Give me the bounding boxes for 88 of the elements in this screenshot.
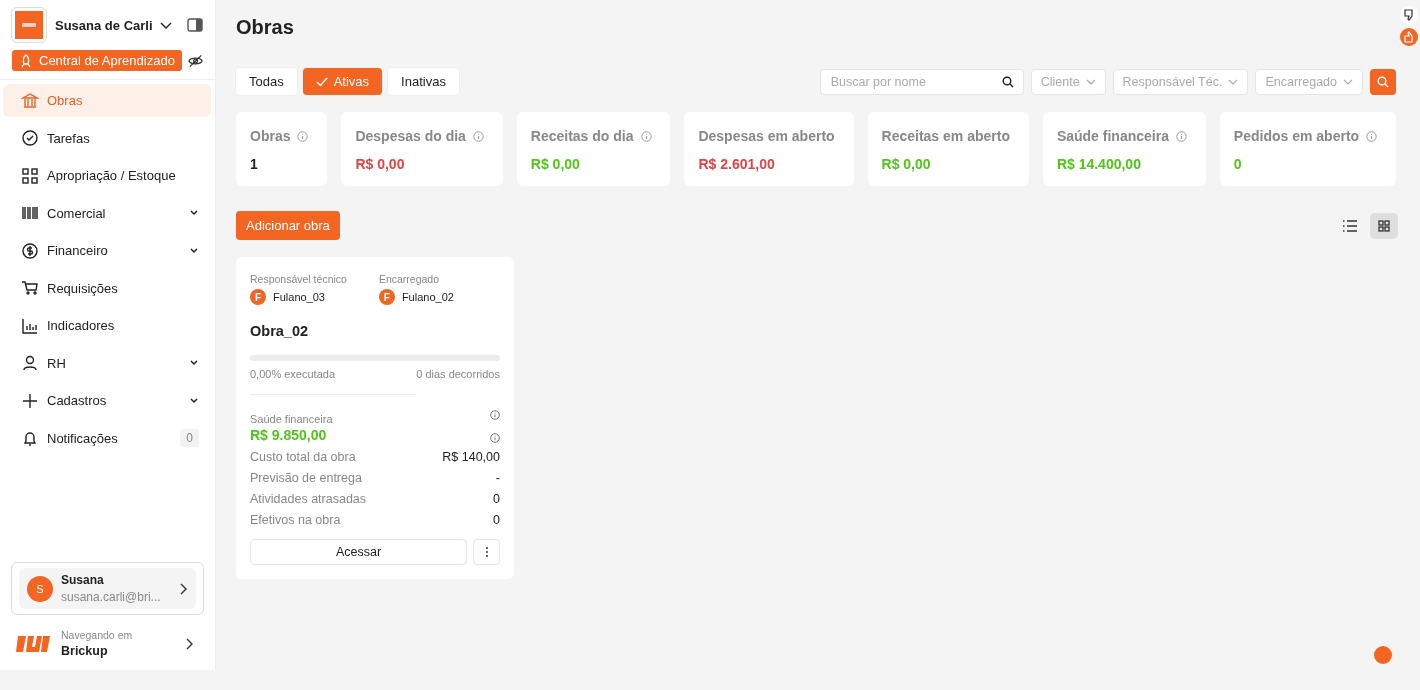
detail-value: 0 bbox=[493, 513, 500, 527]
sidebar-item[interactable]: Notificações 0 bbox=[3, 421, 211, 455]
search-field[interactable]: Buscar por nome bbox=[819, 68, 1024, 95]
search-button[interactable] bbox=[1370, 68, 1396, 95]
user-avatar: S bbox=[27, 575, 53, 602]
sidebar-item[interactable]: Apropriação / Estoque bbox=[3, 159, 211, 192]
user-name: Susana bbox=[61, 573, 105, 587]
cart-icon bbox=[21, 279, 39, 297]
sidebar-toggle-icon[interactable] bbox=[187, 18, 203, 32]
progress-text: 0,00% executada bbox=[250, 368, 335, 380]
info-icon bbox=[490, 410, 500, 420]
project-name: Obra_02 bbox=[250, 323, 310, 339]
plus-icon bbox=[21, 391, 39, 410]
thumbs-down-icon bbox=[1403, 9, 1415, 21]
page-title: Obras bbox=[236, 16, 295, 40]
stat-value: R$ 0,00 bbox=[355, 156, 406, 172]
sidebar-item[interactable]: Financeiro bbox=[3, 234, 211, 267]
rocket-icon bbox=[19, 53, 33, 68]
workspace-caption: Navegando em bbox=[61, 629, 134, 641]
check-icon bbox=[315, 76, 328, 87]
barcode-icon bbox=[21, 204, 39, 222]
detail-label: Custo total da obra bbox=[250, 450, 356, 464]
person-avatar: F bbox=[378, 289, 395, 305]
grid-icon bbox=[21, 166, 39, 185]
sidebar-item[interactable]: Indicadores bbox=[3, 309, 211, 342]
stat-label: Receitas em aberto bbox=[881, 128, 1010, 144]
sidebar-item[interactable]: RH bbox=[3, 346, 211, 380]
stat-label: Pedidos em aberto bbox=[1233, 128, 1360, 144]
search-icon bbox=[1001, 75, 1014, 88]
search-icon bbox=[1377, 75, 1389, 88]
chat-button[interactable] bbox=[1374, 646, 1392, 664]
role-label: Responsável técnico bbox=[250, 273, 347, 285]
stat-label: Despesas em aberto bbox=[698, 128, 835, 144]
notification-count: 0 bbox=[180, 429, 199, 447]
sidebar-item[interactable]: Comercial bbox=[3, 196, 211, 230]
stat-label: Obras bbox=[250, 128, 291, 144]
user-card[interactable]: S Susana susana.carli@bri... bbox=[11, 562, 204, 615]
filter-tab[interactable]: Inativas bbox=[388, 68, 459, 95]
detail-label: Efetivos na obra bbox=[250, 513, 341, 527]
bell-icon bbox=[21, 429, 39, 447]
person-icon bbox=[21, 354, 39, 372]
detail-value: 0 bbox=[493, 492, 500, 506]
info-icon bbox=[490, 433, 500, 443]
dislike-button[interactable] bbox=[1400, 6, 1418, 24]
health-value: R$ 9.850,00 bbox=[250, 427, 327, 443]
stat-label: Saúde financeira bbox=[1056, 128, 1169, 144]
stat-value: R$ 14.400,00 bbox=[1056, 156, 1142, 172]
detail-value: R$ 140,00 bbox=[442, 450, 500, 464]
hide-icon[interactable] bbox=[187, 53, 203, 68]
dollar-icon bbox=[21, 241, 39, 260]
stat-label: Despesas do dia bbox=[355, 128, 466, 144]
health-label: Saúde financeira bbox=[250, 413, 333, 425]
chevron-right-icon bbox=[184, 636, 194, 651]
company-logo[interactable] bbox=[11, 7, 47, 43]
brand-logo-icon bbox=[15, 633, 51, 654]
stat-value: R$ 0,00 bbox=[881, 156, 932, 172]
bank-icon bbox=[21, 91, 39, 110]
detail-label: Previsão de entrega bbox=[250, 471, 362, 485]
open-button[interactable]: Acessar bbox=[250, 539, 467, 565]
more-icon bbox=[484, 546, 489, 558]
workspace-name: Brickup bbox=[61, 644, 109, 658]
workspace-switcher[interactable]: Navegando em Brickup bbox=[11, 615, 204, 658]
stat-value: R$ 2.601,00 bbox=[698, 156, 776, 172]
thumbs-up-icon bbox=[1403, 31, 1415, 43]
person-name: Fulano_03 bbox=[273, 291, 325, 303]
sidebar-item[interactable]: Requisições bbox=[3, 271, 211, 305]
stat-value: 1 bbox=[250, 156, 259, 172]
person-name: Fulano_02 bbox=[401, 291, 454, 303]
grid-view-button[interactable] bbox=[1370, 212, 1398, 239]
person-avatar: F bbox=[250, 289, 266, 305]
elapsed-days: 0 dias decorridos bbox=[416, 368, 500, 380]
grid-icon bbox=[1378, 219, 1390, 232]
user-email: susana.carli@bri... bbox=[61, 590, 162, 604]
detail-label: Atividades atrasadas bbox=[250, 492, 367, 506]
stat-value: R$ 0,00 bbox=[530, 156, 581, 172]
bar-chart-icon bbox=[21, 316, 39, 335]
like-button[interactable] bbox=[1400, 28, 1418, 46]
filter-tab[interactable]: Todas bbox=[236, 68, 297, 95]
chevron-right-icon bbox=[178, 581, 188, 596]
account-switcher[interactable]: Susana de Carli bbox=[55, 17, 179, 33]
detail-value: - bbox=[495, 471, 500, 485]
role-label: Encarregado bbox=[378, 273, 440, 285]
list-icon bbox=[1343, 219, 1357, 232]
check-circle-icon bbox=[21, 129, 39, 147]
sidebar-item[interactable]: Tarefas bbox=[3, 121, 211, 155]
stat-label: Receitas do dia bbox=[530, 128, 634, 144]
sidebar-item[interactable]: Cadastros bbox=[3, 384, 211, 417]
stat-value: 0 bbox=[1233, 156, 1243, 172]
